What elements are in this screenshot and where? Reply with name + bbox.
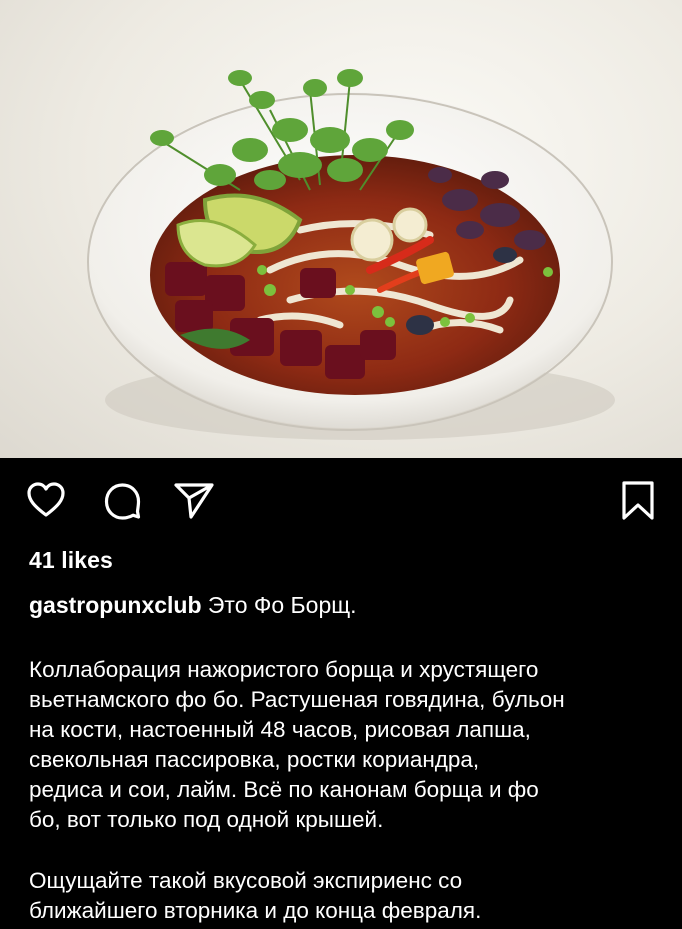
send-icon[interactable]	[172, 478, 216, 522]
caption-paragraph-1: Коллаборация нажористого борща и хрустящ…	[29, 657, 565, 832]
comment-icon[interactable]	[100, 478, 144, 522]
heart-icon[interactable]	[24, 478, 68, 522]
caption-header: gastropunxclub Это Фо Борщ.	[29, 590, 659, 620]
post-actions-bar	[0, 478, 682, 526]
bookmark-icon[interactable]	[616, 478, 660, 522]
caption-paragraph-2: Ощущайте такой вкусовой экспириенс со бл…	[29, 868, 482, 923]
username-link[interactable]: gastropunxclub	[29, 592, 202, 618]
borscht-pho-bowl-image	[87, 69, 615, 440]
post-photo[interactable]	[0, 0, 682, 458]
likes-count[interactable]: 41 likes	[29, 547, 113, 574]
caption-intro: Это Фо Борщ.	[201, 592, 357, 618]
